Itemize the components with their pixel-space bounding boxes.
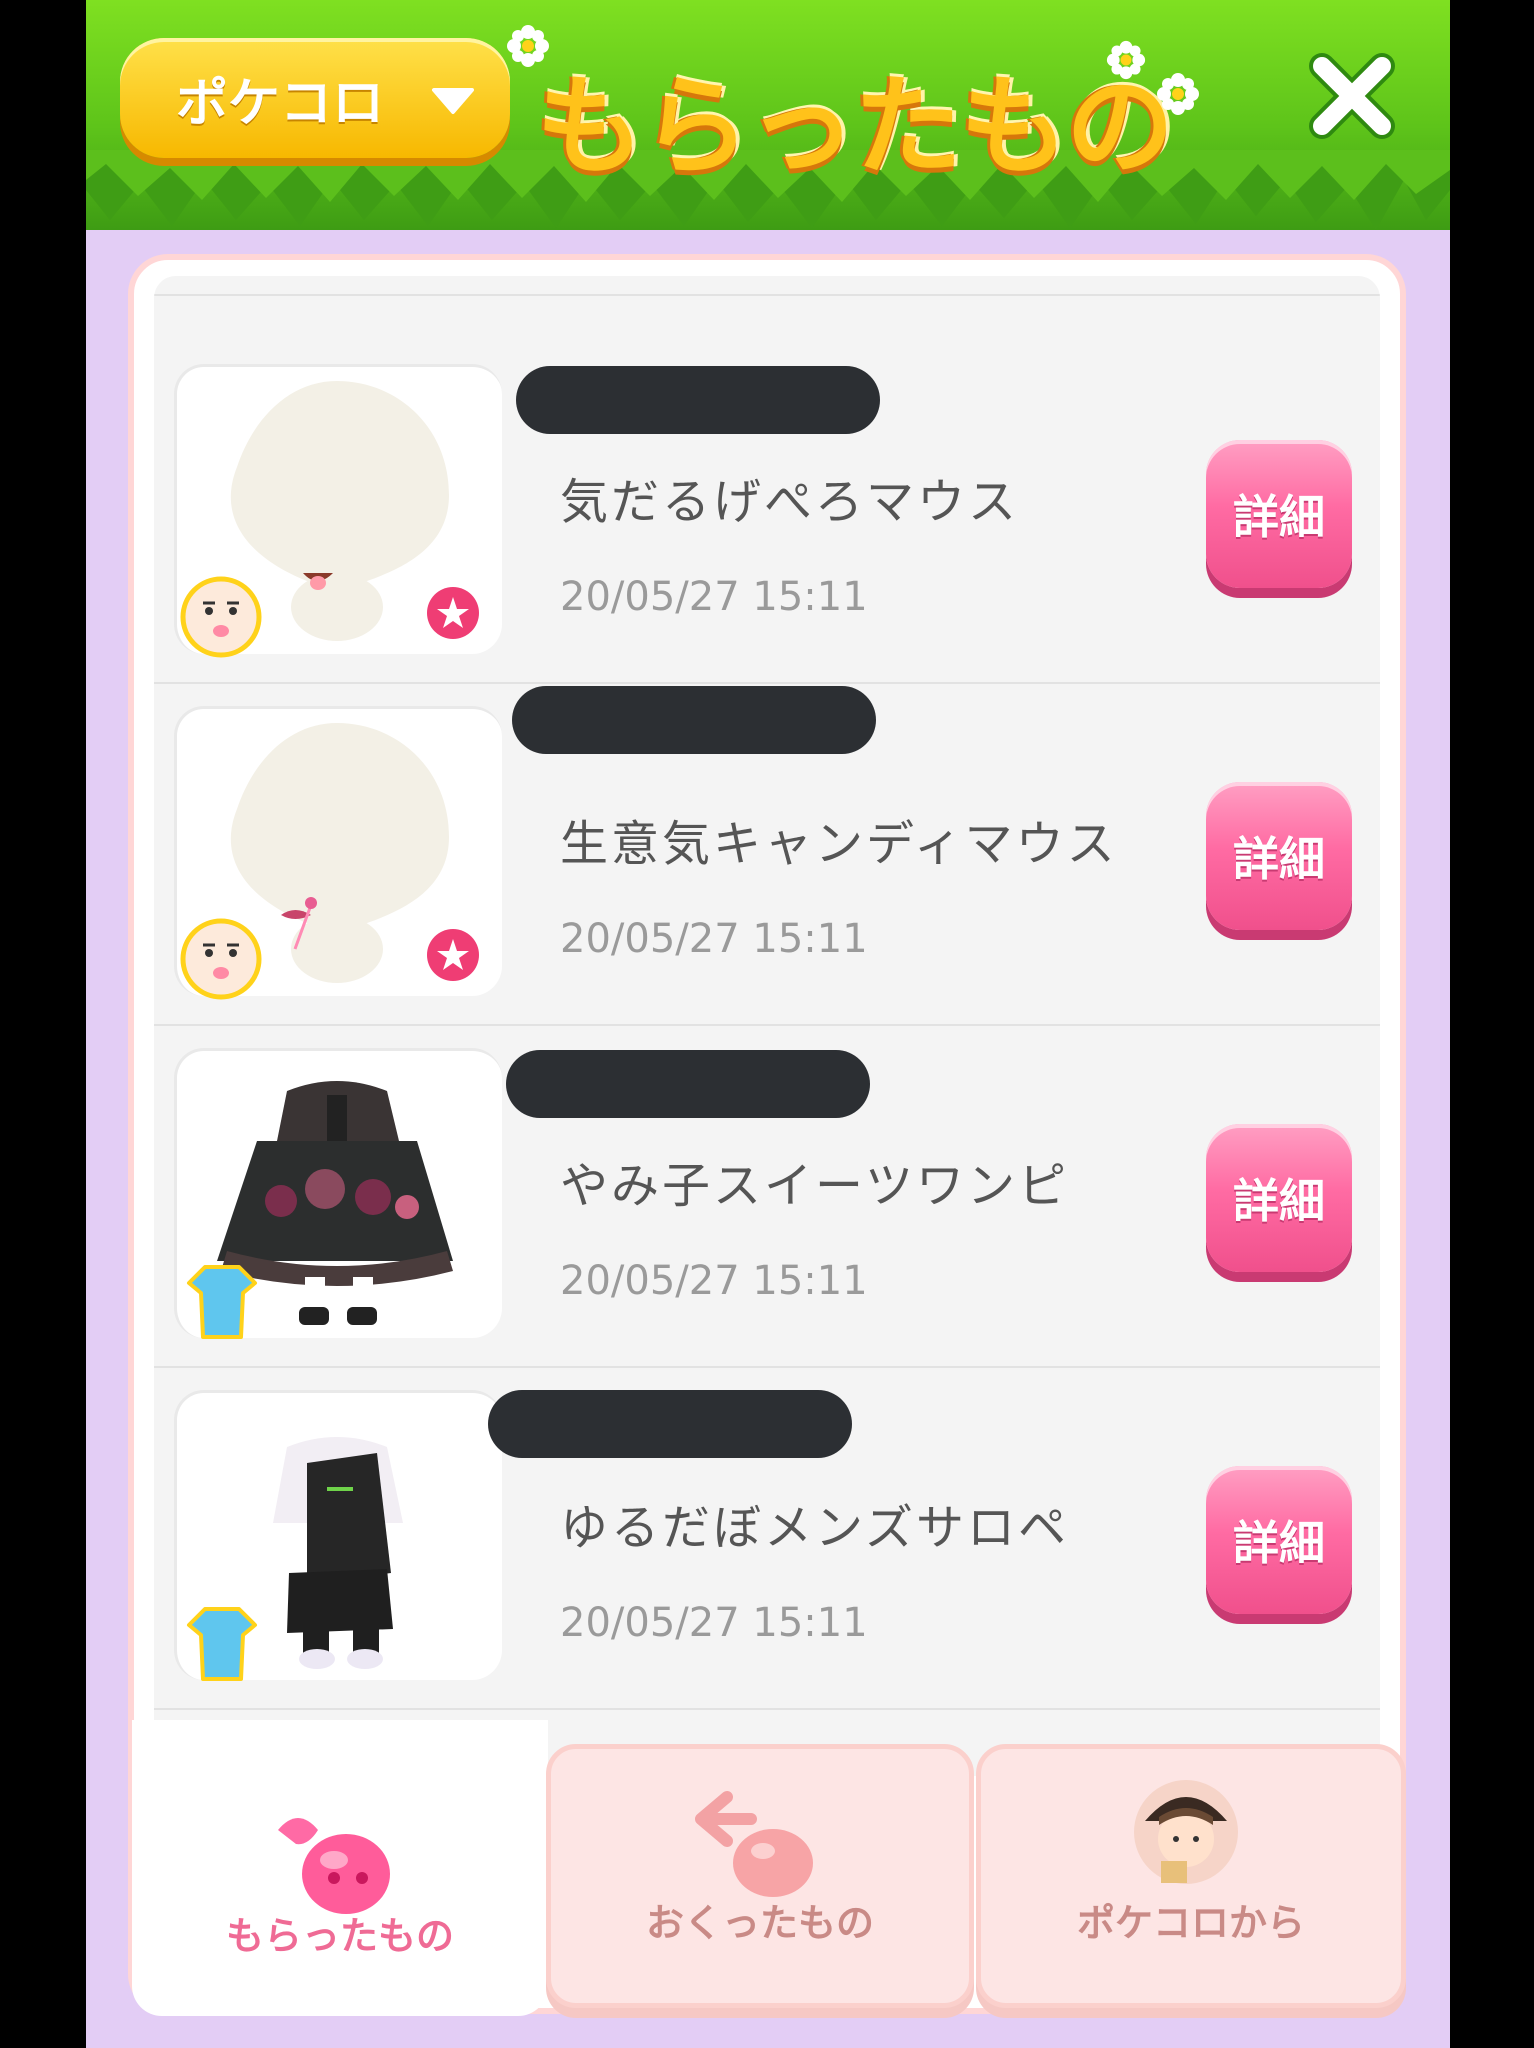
item-date: 20/05/27 15:11 [560,574,868,620]
app-screen: ポケコロ もらったもの 気だるげぺろマウス 20/05/27 15:11 詳細 … [86,0,1450,2048]
star-icon [427,929,479,981]
item-name: ゆるだぼメンズサロペ [560,1500,1070,1556]
redacted-sender [488,1390,852,1458]
item-thumbnail [174,1390,502,1681]
header-bar: ポケコロ もらったもの [86,0,1450,230]
item-thumbnail [174,364,502,658]
account-dropdown[interactable]: ポケコロ [120,38,510,158]
item-thumbnail [174,1048,502,1339]
item-date: 20/05/27 15:11 [560,916,868,962]
tab-label: ポケコロから [1076,1901,1305,1945]
redacted-sender [516,366,880,434]
detail-button[interactable]: 詳細 [1206,1466,1352,1614]
clothing-icon [187,1607,257,1681]
detail-button[interactable]: 詳細 [1206,1124,1352,1272]
flower-decoration-icon [1157,73,1199,115]
tab-from-pokekoro[interactable]: ポケコロから [976,1744,1406,2008]
detail-button[interactable]: 詳細 [1206,440,1352,588]
dropdown-label: ポケコロ [176,73,385,134]
flower-decoration-icon [1106,40,1146,80]
item-name: 気だるげぺろマウス [560,474,1020,530]
received-items-list[interactable]: 気だるげぺろマウス 20/05/27 15:11 詳細 生意気キャンディマウス … [154,276,1380,1776]
page-title: もらったもの [536,65,1174,190]
star-icon [427,587,479,639]
item-name: 生意気キャンディマウス [560,816,1118,872]
tab-label: もらったもの [225,1914,454,1958]
detail-button[interactable]: 詳細 [1206,782,1352,930]
item-thumbnail [174,706,502,1000]
list-item: やみ子スイーツワンピ 20/05/27 15:11 詳細 [154,1028,1380,1368]
tab-sent[interactable]: おくったもの [546,1744,974,2008]
pokekoro-avatar-icon [1134,1780,1238,1884]
chevron-down-icon [432,88,474,114]
list-item: 生意気キャンディマウス 20/05/27 15:11 詳細 [154,686,1380,1026]
item-date: 20/05/27 15:11 [560,1600,868,1646]
gift-sent-icon [695,1791,813,1897]
avatar-face-icon [180,918,262,1000]
clothing-icon [187,1265,257,1339]
redacted-sender [506,1050,870,1118]
list-item [154,276,1380,296]
list-item: 気だるげぺろマウス 20/05/27 15:11 詳細 [154,344,1380,684]
redacted-sender [512,686,876,754]
gift-received-icon [278,1818,390,1914]
item-date: 20/05/27 15:11 [560,1258,868,1304]
close-icon[interactable] [1308,52,1396,140]
avatar-face-icon [180,576,262,658]
item-name: やみ子スイーツワンピ [560,1158,1070,1214]
list-item: ゆるだぼメンズサロペ 20/05/27 15:11 詳細 [154,1370,1380,1710]
tab-label: おくったもの [645,1901,874,1945]
tab-received[interactable]: もらったもの [132,1720,548,2016]
